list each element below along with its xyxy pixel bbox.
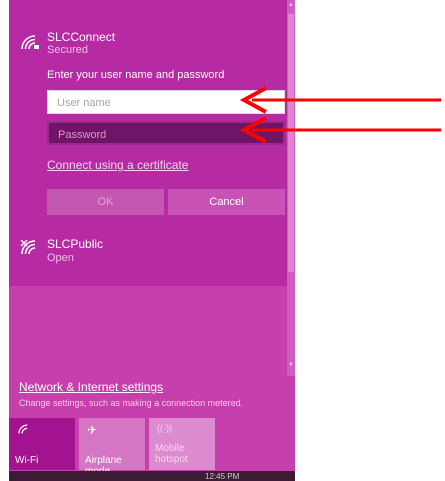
wifi-icon xyxy=(18,424,28,434)
scroll-up-icon[interactable]: ▲ xyxy=(288,2,294,8)
network-settings-link[interactable]: Network & Internet settings xyxy=(19,380,163,394)
network-status: Secured xyxy=(47,44,88,56)
hotspot-tile-label-line1: Mobile xyxy=(155,443,185,454)
ok-button[interactable]: OK xyxy=(47,189,164,215)
taskbar: 12:45 PM xyxy=(9,471,295,481)
wifi-open-icon xyxy=(20,239,36,255)
wifi-tile[interactable]: Wi-Fi xyxy=(9,418,75,470)
network-name[interactable]: SLCPublic xyxy=(47,237,103,251)
wifi-tile-label: Wi-Fi xyxy=(15,455,39,466)
mobile-hotspot-tile[interactable]: ((·)) Mobile hotspot xyxy=(149,418,215,470)
credentials-prompt: Enter your user name and password xyxy=(47,69,225,81)
airplane-icon: ✈ xyxy=(87,423,98,437)
scrollbar[interactable]: ▲ ▼ xyxy=(287,0,295,376)
taskbar-clock: 12:45 PM xyxy=(205,472,240,481)
cancel-button[interactable]: Cancel xyxy=(168,189,285,215)
hotspot-tile-label-line2: hotspot xyxy=(155,454,188,465)
airplane-mode-tile[interactable]: ✈ Airplane mode xyxy=(79,418,145,477)
network-name[interactable]: SLCConnect xyxy=(47,30,115,44)
connect-certificate-link[interactable]: Connect using a certificate xyxy=(47,158,188,172)
network-settings-description: Change settings, such as making a connec… xyxy=(19,398,244,408)
annotation-arrows xyxy=(239,86,441,144)
network-flyout: ▲ ▼ SLCConnect Secured Enter your user n… xyxy=(9,0,295,481)
network-status: Open xyxy=(47,252,74,264)
username-placeholder: User name xyxy=(57,97,111,109)
scroll-down-icon[interactable]: ▼ xyxy=(288,362,294,368)
hotspot-icon: ((·)) xyxy=(157,423,172,433)
password-placeholder: Password xyxy=(58,129,107,141)
wifi-secured-icon xyxy=(21,35,39,50)
